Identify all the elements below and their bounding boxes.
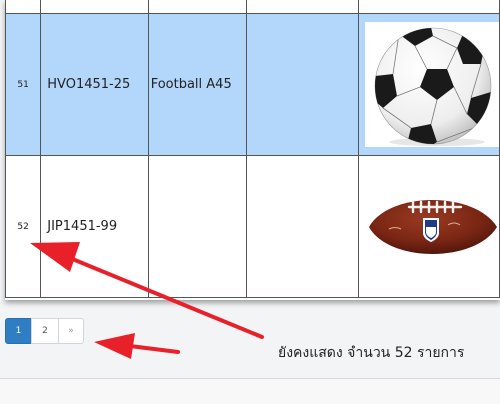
- arrow-to-row-number: [30, 242, 264, 339]
- page-footer: [0, 379, 500, 404]
- arrow-to-pagination: [94, 333, 180, 359]
- annotation-arrows: [30, 242, 264, 359]
